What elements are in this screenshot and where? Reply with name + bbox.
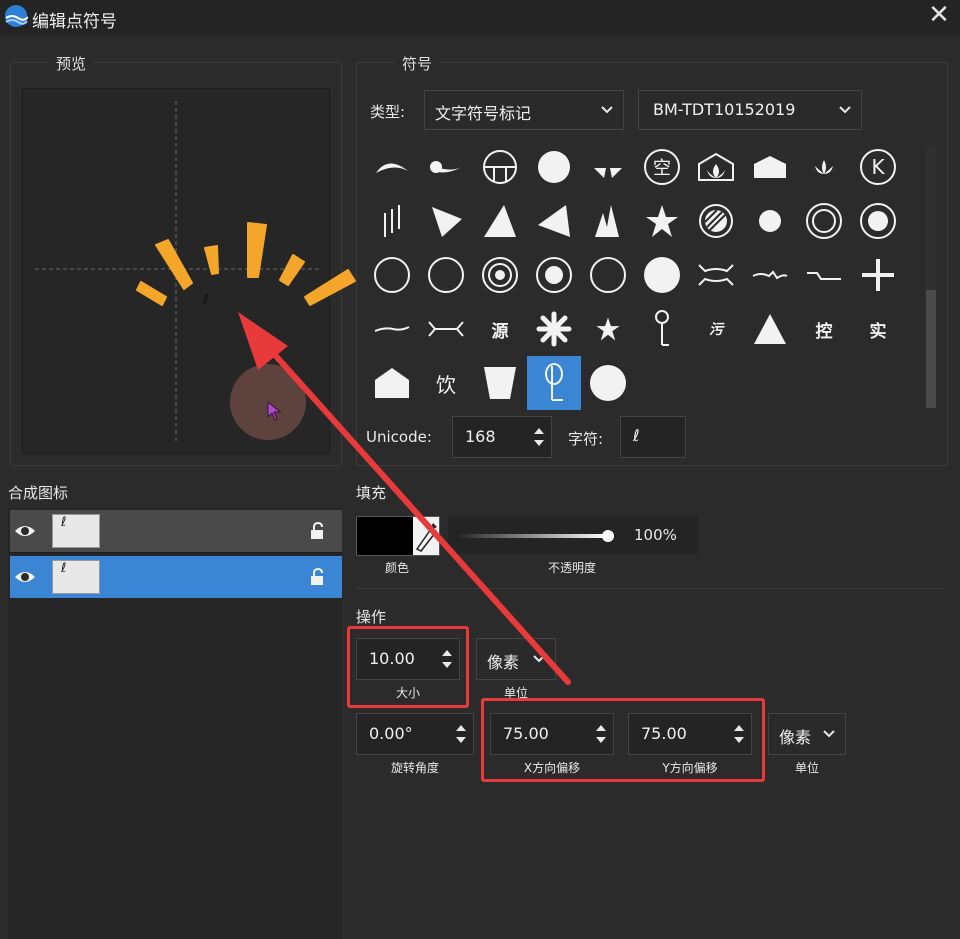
font-select[interactable]: BM-TDT10152019 bbox=[638, 90, 862, 130]
font-select-value: BM-TDT10152019 bbox=[653, 100, 796, 119]
close-icon: ✕ bbox=[928, 0, 950, 30]
symbol-hatched-circle-icon[interactable] bbox=[689, 194, 743, 248]
symbol-ring-dot-icon[interactable] bbox=[851, 194, 905, 248]
spin-arrows-icon[interactable] bbox=[455, 723, 467, 745]
k-circle-text: K bbox=[871, 155, 885, 179]
symbol-bridge-icon[interactable] bbox=[689, 248, 743, 302]
symbol-kong-circle-icon[interactable]: 空 bbox=[635, 140, 689, 194]
symbol-kong-text[interactable]: 控 bbox=[797, 302, 851, 356]
layers-title: 合成图标 bbox=[8, 484, 69, 502]
symbol-large-dot-icon[interactable] bbox=[635, 248, 689, 302]
symbol-filled-circle-icon[interactable] bbox=[527, 140, 581, 194]
layer-thumbnail: ℓ bbox=[52, 560, 100, 594]
offset-unit-select[interactable]: 像素 bbox=[768, 713, 846, 755]
red-arrow-icon bbox=[238, 312, 571, 685]
rotation-field[interactable]: 0.00° bbox=[356, 713, 474, 755]
symbol-lotus-house-icon[interactable] bbox=[689, 140, 743, 194]
symbol-mountain-icon[interactable] bbox=[743, 302, 797, 356]
symbol-wu-text[interactable]: 污 bbox=[689, 302, 743, 356]
chevron-down-icon bbox=[839, 106, 851, 114]
symbol-peaks-icon[interactable] bbox=[581, 194, 635, 248]
chevron-down-icon bbox=[823, 730, 835, 738]
symbol-grid-circle-icon[interactable] bbox=[473, 140, 527, 194]
symbol-star-icon[interactable] bbox=[635, 194, 689, 248]
layer-thumbnail: ℓ bbox=[52, 514, 100, 548]
symbol-small-star-icon[interactable] bbox=[581, 302, 635, 356]
offset-unit-caption: 单位 bbox=[794, 761, 819, 775]
symbol-house-icon[interactable] bbox=[743, 140, 797, 194]
symbol-k-circle-icon[interactable]: K bbox=[851, 140, 905, 194]
symbol-triangle-up-icon[interactable] bbox=[473, 194, 527, 248]
preview-group-title: 预览 bbox=[48, 53, 95, 74]
type-select-value: 文字符号标记 bbox=[435, 104, 532, 123]
symbol-sprout-icon[interactable] bbox=[797, 140, 851, 194]
symbol-split-icon[interactable] bbox=[581, 140, 635, 194]
symbol-wave-icon[interactable] bbox=[365, 140, 419, 194]
symbol-shi-text[interactable]: 实 bbox=[851, 302, 905, 356]
chevron-down-icon bbox=[601, 106, 613, 114]
symbol-pin-icon[interactable] bbox=[635, 302, 689, 356]
offset-unit-value: 像素 bbox=[779, 728, 812, 747]
symbol-ring-filled-icon[interactable] bbox=[527, 248, 581, 302]
symbol-leaf-icon[interactable] bbox=[419, 140, 473, 194]
kong-circle-text: 空 bbox=[653, 158, 671, 179]
type-select[interactable]: 文字符号标记 bbox=[424, 90, 624, 130]
char-value: ℓ bbox=[633, 426, 640, 445]
opacity-slider-handle[interactable] bbox=[602, 530, 614, 542]
close-button[interactable]: ✕ bbox=[922, 0, 956, 32]
symbol-circle-outline-3-icon[interactable] bbox=[581, 248, 635, 302]
symbol-small-dot-icon[interactable] bbox=[743, 194, 797, 248]
symbol-flow-icon[interactable] bbox=[743, 248, 797, 302]
burst-annotation-icon bbox=[136, 222, 356, 306]
offset-highlight-box bbox=[481, 698, 765, 782]
rotation-value: 0.00° bbox=[369, 724, 413, 743]
rotation-caption: 旋转角度 bbox=[390, 761, 439, 775]
eye-icon[interactable] bbox=[14, 569, 36, 585]
symbol-triangle-right-icon[interactable] bbox=[419, 194, 473, 248]
symbol-triangle-left-icon[interactable] bbox=[527, 194, 581, 248]
symbol-dam-icon[interactable] bbox=[797, 248, 851, 302]
symbol-dot-last-icon[interactable] bbox=[581, 356, 635, 410]
symbol-double-ring-icon[interactable] bbox=[797, 194, 851, 248]
app-logo-icon bbox=[5, 5, 28, 27]
eye-icon[interactable] bbox=[14, 523, 36, 539]
symbol-circle-outline-2-icon[interactable] bbox=[419, 248, 473, 302]
symbol-target-icon[interactable] bbox=[473, 248, 527, 302]
opacity-value: 100% bbox=[634, 526, 677, 544]
symbol-lines-icon[interactable] bbox=[365, 194, 419, 248]
type-label: 类型: bbox=[370, 103, 406, 121]
symbol-group-title: 符号 bbox=[394, 53, 441, 74]
symbol-plus-icon[interactable] bbox=[851, 248, 905, 302]
symbol-circle-outline-icon[interactable] bbox=[365, 248, 419, 302]
symbol-grid-scroll-thumb[interactable] bbox=[926, 290, 936, 408]
char-field[interactable]: ℓ bbox=[620, 416, 686, 458]
window-title: 编辑点符号 bbox=[32, 12, 117, 32]
title-bar bbox=[0, 0, 960, 36]
